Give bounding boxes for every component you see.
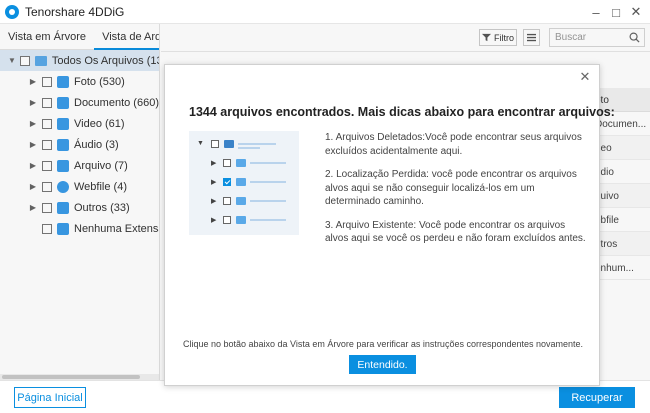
illustration-row: ▶ (189, 158, 299, 170)
text-line (238, 143, 276, 145)
text-line (250, 181, 286, 183)
understood-button[interactable]: Entendido. (349, 355, 416, 374)
home-button[interactable]: Página Inicial (14, 387, 86, 408)
illustration-root-row: ▼ (189, 139, 299, 151)
tip-existing-file: 3. Arquivo Existente: Você pode encontra… (325, 219, 586, 245)
app-logo-icon (5, 4, 19, 19)
tip-deleted-files: 1. Arquivos Deletados:Você pode encontra… (325, 132, 582, 157)
expand-right-icon: ▶ (211, 179, 217, 186)
text-line (250, 219, 286, 221)
tips-dialog: ✕ 1344 arquivos encontrados. Mais dicas … (164, 64, 615, 386)
expand-right-icon: ▶ (211, 217, 217, 224)
tips-list: 1. Arquivos Deletados:Você pode encontra… (325, 131, 587, 256)
maximize-button[interactable]: □ (606, 2, 626, 22)
checkbox-icon (223, 216, 231, 224)
title-bar: Tenorshare 4DDiG – □ ✕ (0, 0, 650, 24)
dialog-title: 1344 arquivos encontrados. Mais dicas ab… (189, 105, 615, 119)
checkbox-icon (223, 159, 231, 167)
window-controls: – □ ✕ (586, 2, 646, 22)
folder-icon (236, 216, 246, 224)
checkbox-icon (211, 140, 219, 148)
close-window-button[interactable]: ✕ (626, 2, 646, 22)
minimize-button[interactable]: – (586, 2, 606, 22)
drive-icon (224, 140, 234, 148)
text-line (250, 200, 286, 202)
expand-down-icon: ▼ (197, 140, 204, 147)
dialog-close-icon[interactable]: ✕ (578, 69, 592, 84)
folder-icon (236, 159, 246, 167)
folder-icon (236, 197, 246, 205)
illustration-row: ▶ (189, 196, 299, 208)
tip-lost-location: 2. Localização Perdida: você pode encont… (325, 169, 577, 207)
text-line (250, 162, 286, 164)
recover-button[interactable]: Recuperar (559, 387, 635, 408)
illustration-row: ▶ (189, 215, 299, 227)
dialog-note: Clique no botão abaixo da Vista em Árvor… (182, 339, 584, 349)
expand-right-icon: ▶ (211, 160, 217, 167)
illustration-row-checked: ▶ (189, 177, 299, 189)
folder-icon (236, 178, 246, 186)
app-title: Tenorshare 4DDiG (25, 4, 125, 19)
checked-checkbox-icon (223, 178, 231, 186)
tree-view-illustration: ▼ ▶ ▶ ▶ ▶ (189, 131, 299, 235)
expand-right-icon: ▶ (211, 198, 217, 205)
checkbox-icon (223, 197, 231, 205)
text-line (238, 147, 260, 149)
